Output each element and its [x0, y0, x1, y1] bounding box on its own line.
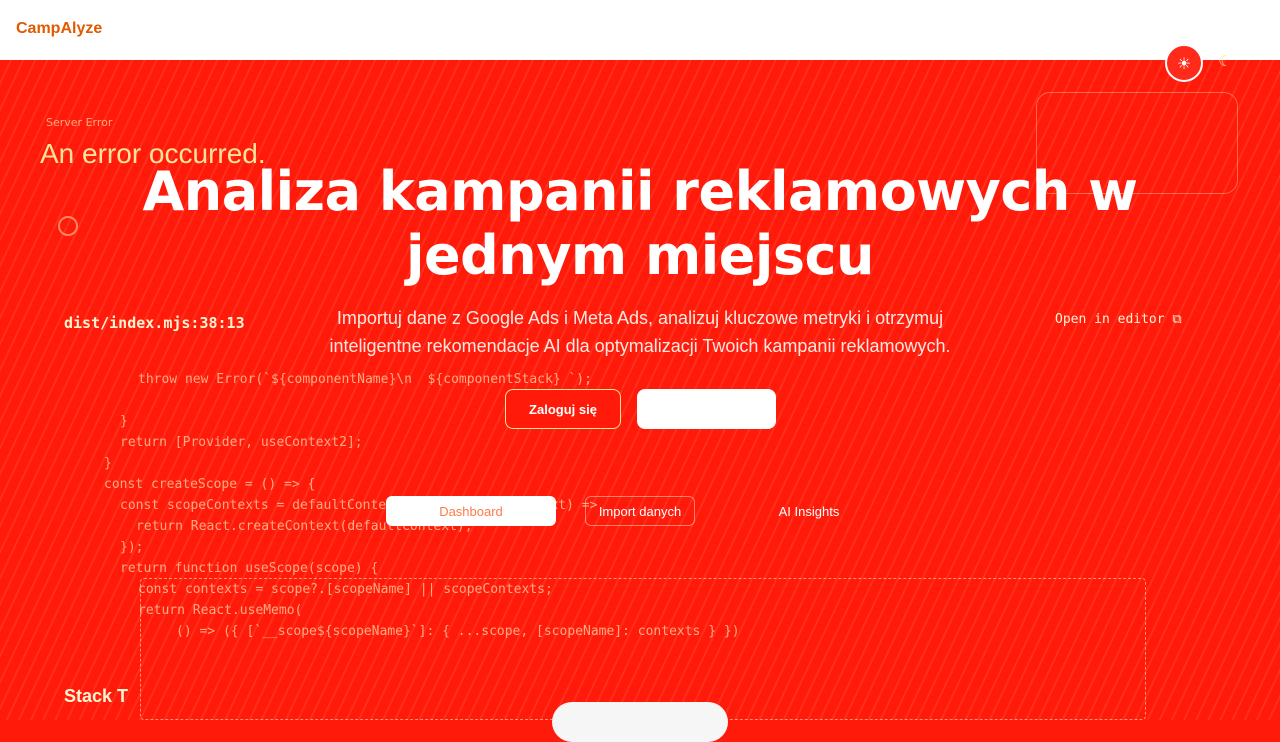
stack-trace-title: Stack T	[64, 686, 129, 706]
register-button[interactable]	[637, 389, 776, 429]
top-navigation: CampAlyze	[0, 0, 1280, 60]
error-icon	[58, 216, 78, 236]
code-line: }	[104, 456, 112, 471]
login-button[interactable]: Zaloguj się	[505, 389, 621, 429]
error-label: Server Error	[46, 116, 113, 129]
dark-mode-button[interactable]: ☾	[1208, 44, 1242, 78]
tab-dashboard[interactable]: Dashboard	[386, 496, 556, 526]
brand-logo[interactable]: CampAlyze	[16, 20, 102, 38]
hero-title: Analiza kampanii reklamowych w jednym mi…	[142, 160, 1138, 287]
code-line: return [Provider, useContext2];	[120, 435, 363, 450]
sun-icon: ☀	[1176, 53, 1192, 73]
code-line: throw new Error(`${componentName}\n ${co…	[138, 372, 592, 387]
tab-ai-insights[interactable]: AI Insights	[750, 496, 868, 526]
code-line: return function useScope(scope) {	[120, 561, 379, 576]
code-line: });	[120, 540, 144, 555]
error-file-reference: dist/index.mjs:38:13	[64, 314, 245, 332]
moon-icon: ☾	[1218, 52, 1232, 70]
tab-import[interactable]: Import danych	[585, 496, 695, 526]
open-in-editor-label: Open in editor	[1055, 312, 1165, 327]
code-line: const createScope = () => {	[104, 477, 316, 492]
preview-frame	[140, 578, 1146, 720]
theme-toggle-button[interactable]: ☀	[1165, 44, 1203, 82]
external-link-icon: ⧉	[1172, 312, 1182, 327]
code-line: }	[120, 414, 128, 429]
open-in-editor-link[interactable]: Open in editor ⧉	[1055, 312, 1182, 327]
error-subtitle	[58, 216, 78, 236]
bottom-toolbar[interactable]	[552, 702, 728, 742]
hero-description: Importuj dane z Google Ads i Meta Ads, a…	[329, 308, 951, 356]
